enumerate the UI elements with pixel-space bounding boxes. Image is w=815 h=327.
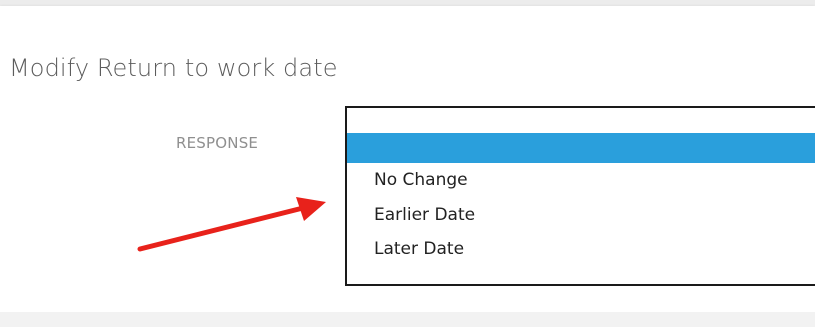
arrow-shaft bbox=[137, 205, 306, 252]
arrow-head bbox=[296, 197, 326, 221]
annotation-arrow-icon bbox=[137, 197, 326, 252]
